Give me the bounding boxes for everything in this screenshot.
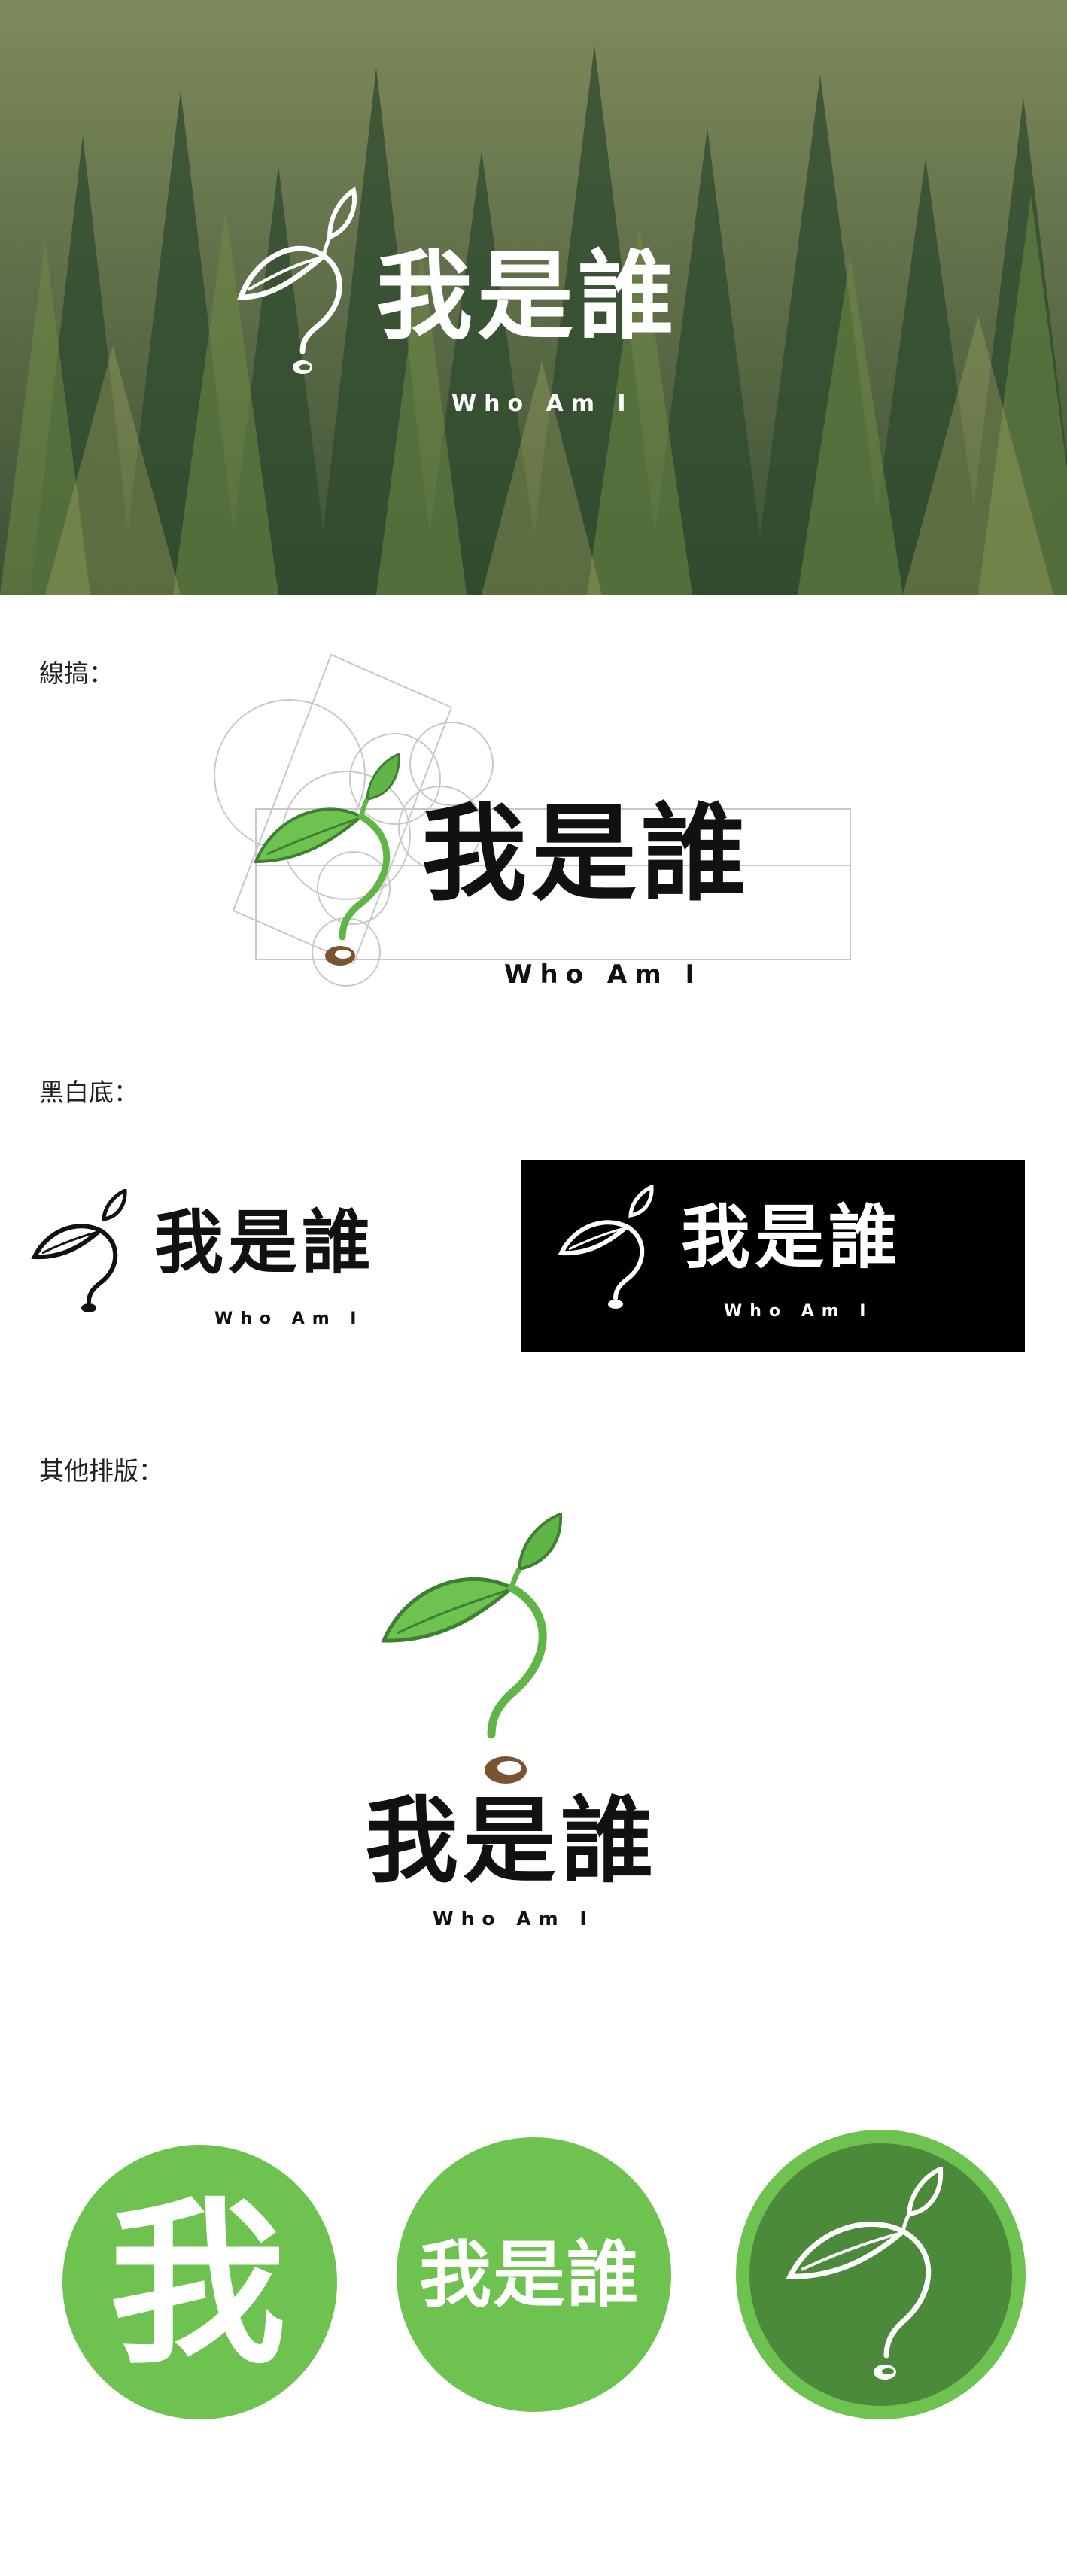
section-label-sketch: 線搞： xyxy=(39,658,114,688)
section-label-bw: 黑白底： xyxy=(39,1078,138,1107)
section-label-other: 其他排版： xyxy=(39,1456,163,1486)
circle-badge-char-text: 我 xyxy=(109,2180,286,2388)
circle-badge-title-text: 我是誰 xyxy=(419,2232,640,2317)
sprout-question-white-icon-badge xyxy=(786,2167,944,2380)
bw-logo-title-white-bg: 我是誰 xyxy=(154,1202,376,1283)
sprout-question-color-icon-sketch xyxy=(253,753,400,966)
hero-subtitle: Who Am I xyxy=(451,391,634,417)
stacked-logo-subtitle: Who Am I xyxy=(433,1908,594,1930)
sprout-question-icon xyxy=(236,186,357,374)
sprout-question-color-icon-stacked xyxy=(381,1513,563,1784)
sketch-logo-title: 我是誰 xyxy=(421,792,752,916)
hero-banner: 我是誰 Who Am I xyxy=(0,0,1067,595)
sketch-logo-subtitle: Who Am I xyxy=(504,960,703,990)
hero-title: 我是誰 xyxy=(376,240,679,353)
bw-logo-subtitle-white-bg: Who Am I xyxy=(214,1309,364,1328)
bw-logo-title-black-bg: 我是誰 xyxy=(681,1197,903,1278)
stacked-logo-title: 我是誰 xyxy=(365,1787,659,1896)
sprout-question-white-icon xyxy=(558,1185,654,1309)
sprout-question-black-icon xyxy=(31,1189,127,1312)
bw-logo-subtitle-black-bg: Who Am I xyxy=(724,1302,874,1321)
